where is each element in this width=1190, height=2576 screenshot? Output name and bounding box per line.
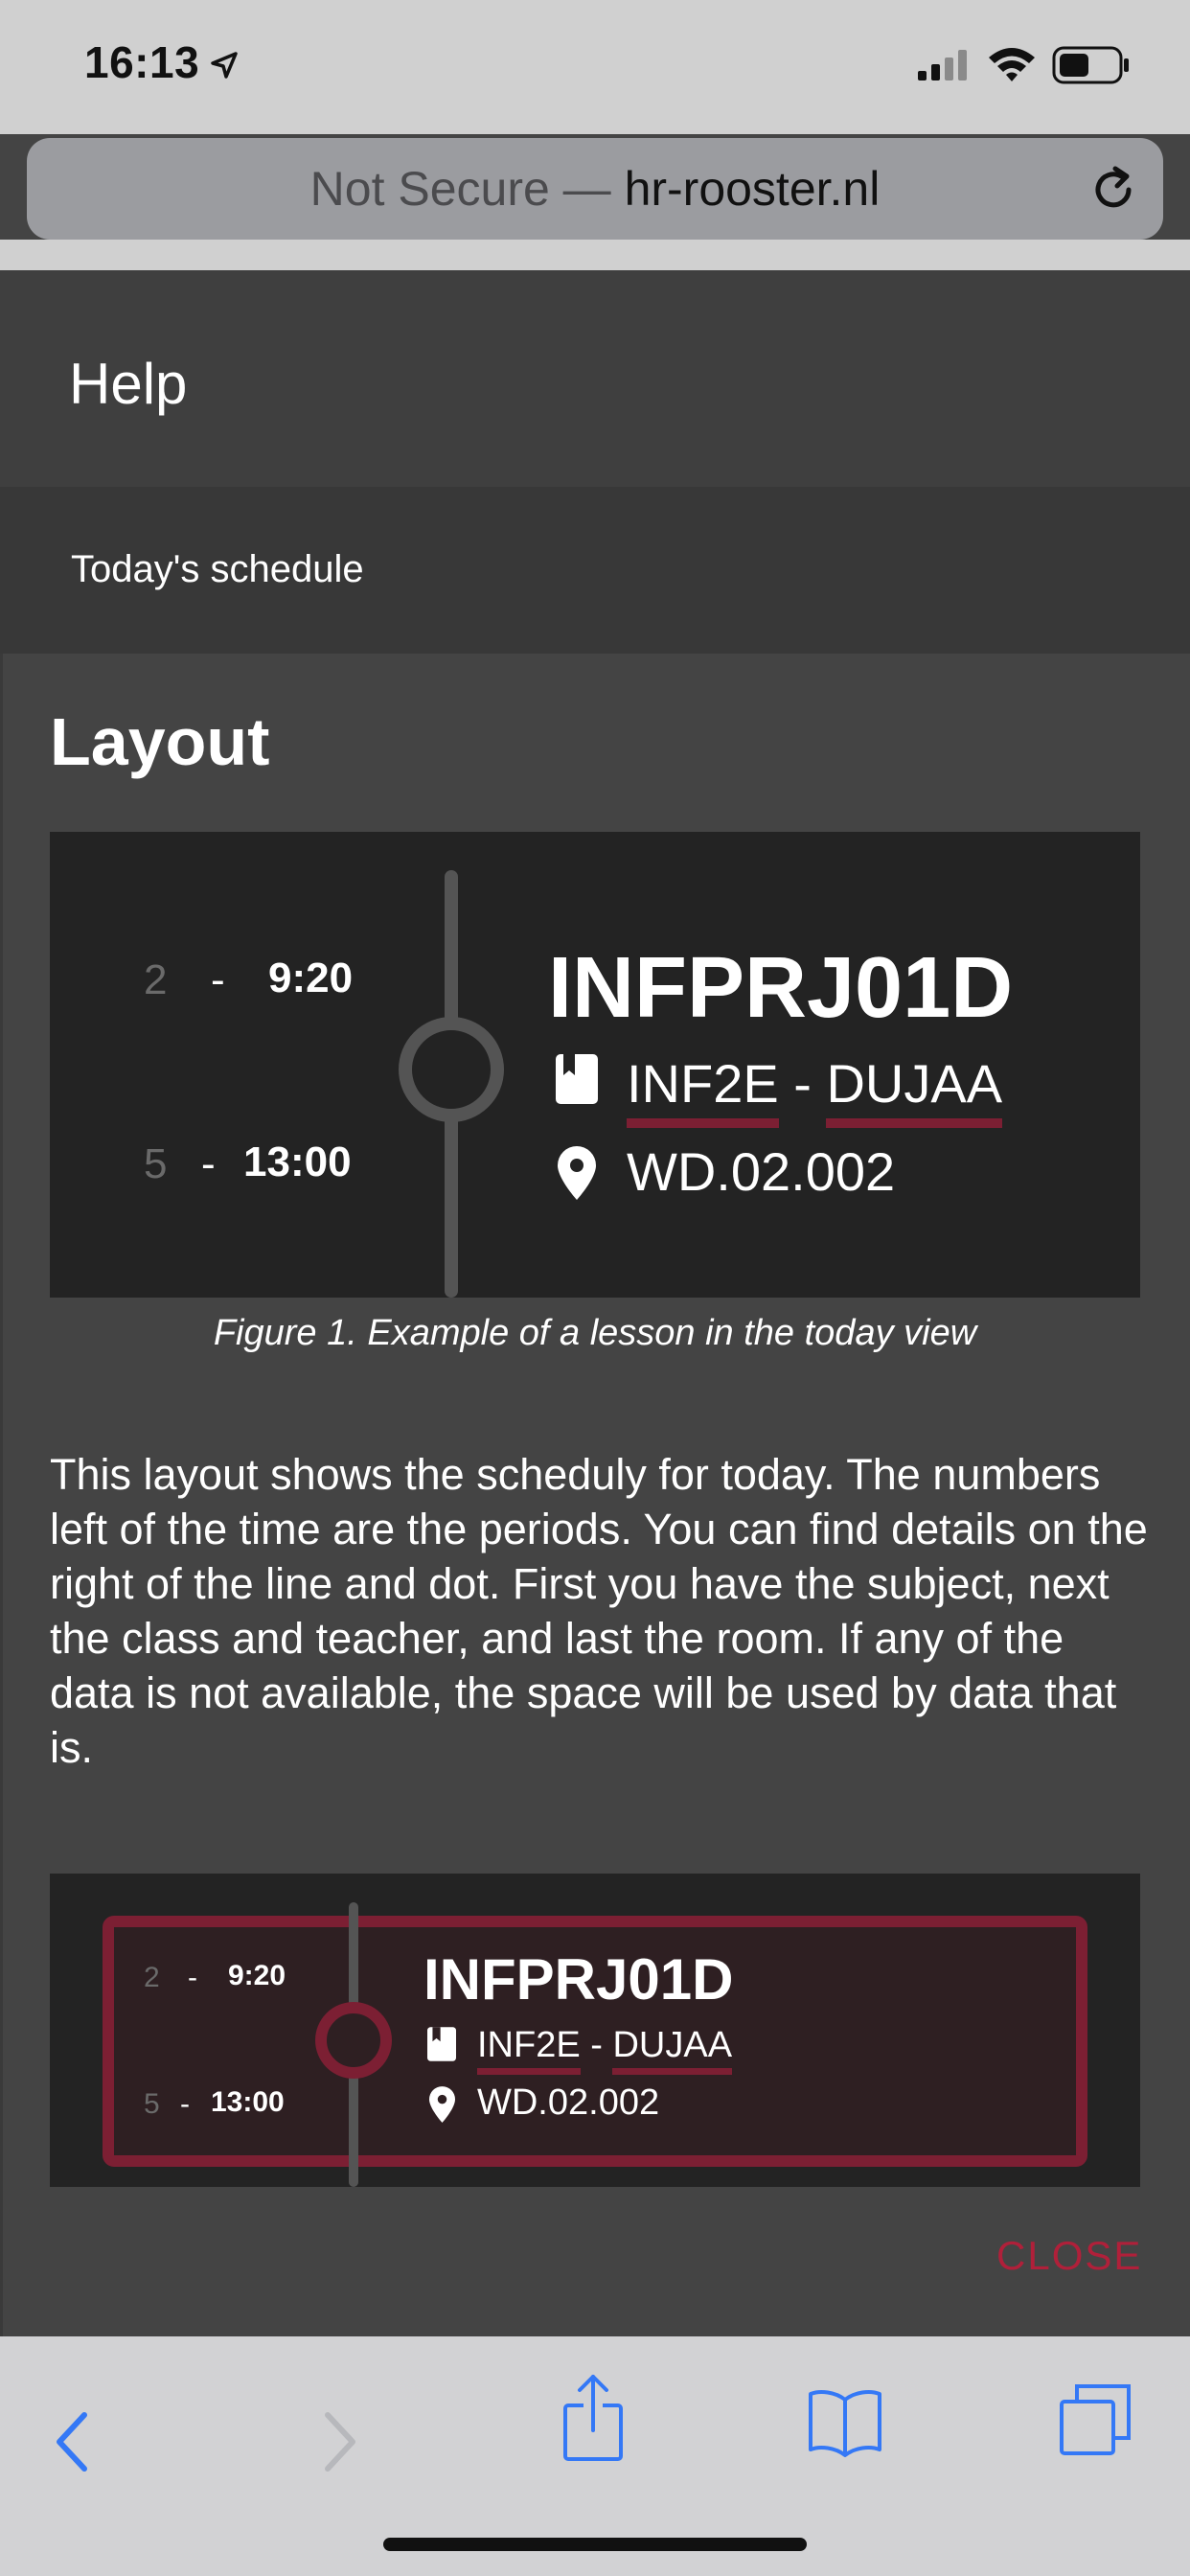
home-indicator	[383, 2538, 807, 2551]
dash-end: -	[201, 1140, 216, 1187]
time-start: 9:20	[268, 954, 354, 1001]
page-top-strip	[0, 240, 1190, 270]
address-text[interactable]: Not Secure — hr-rooster.nl	[27, 138, 1163, 240]
separator-dash: -	[590, 2025, 603, 2065]
class-name: INF2E	[477, 2025, 581, 2075]
battery-icon	[1052, 46, 1129, 84]
wifi-icon	[989, 48, 1035, 81]
time-end: 13:00	[243, 1138, 352, 1185]
subject-code: INFPRJ01D	[548, 940, 1014, 1036]
timeline-dot	[399, 1017, 504, 1122]
teacher-name: DUJAA	[612, 2025, 733, 2075]
cellular-signal-icon	[918, 50, 967, 80]
book-icon	[556, 1054, 598, 1104]
share-icon[interactable]	[560, 2373, 627, 2463]
reload-icon[interactable]	[1087, 163, 1140, 217]
period-start: 2	[144, 1962, 160, 1993]
period-end: 5	[144, 1140, 168, 1187]
dash-start: -	[211, 956, 225, 1003]
figure-caption: Figure 1. Example of a lesson in the tod…	[213, 1313, 977, 1353]
forward-icon[interactable]	[320, 2411, 358, 2472]
status-time: 16:13	[84, 37, 200, 87]
period-end: 5	[144, 2088, 160, 2120]
period-start: 2	[144, 956, 168, 1003]
close-button[interactable]: CLOSE	[996, 2233, 1142, 2279]
time-start: 9:20	[228, 1960, 286, 1991]
address-bar[interactable]: Not Secure — hr-rooster.nl	[27, 138, 1163, 240]
location-pin-icon	[558, 1146, 596, 1200]
address-domain: hr-rooster.nl	[624, 162, 881, 216]
tabs-icon[interactable]	[1058, 2382, 1133, 2457]
separator-dash: -	[793, 1053, 812, 1114]
back-icon[interactable]	[54, 2411, 92, 2472]
address-prefix: Not Secure —	[309, 162, 625, 216]
layout-description: This layout shows the scheduly for today…	[50, 1450, 1148, 1772]
class-teacher-row: INF2E - DUJAA	[627, 1052, 1003, 1128]
subheader-title: Today's schedule	[71, 548, 364, 590]
dialog-heading: Layout	[50, 704, 270, 779]
room-code: WD.02.002	[477, 2082, 660, 2123]
book-icon	[427, 2027, 456, 2061]
dash-end: -	[180, 2088, 190, 2120]
class-name: INF2E	[627, 1052, 779, 1128]
class-teacher-row: INF2E - DUJAA	[477, 2025, 733, 2075]
room-code: WD.02.002	[627, 1141, 896, 1202]
bookmarks-icon[interactable]	[807, 2386, 883, 2457]
timeline-dot	[315, 2002, 392, 2079]
subject-code: INFPRJ01D	[423, 1947, 734, 2012]
location-pin-icon	[429, 2086, 455, 2123]
dash-start: -	[188, 1962, 197, 1993]
lesson-example-figure: 2 - 9:20 5 - 13:00 INFPRJ01D INF2E - DUJ…	[50, 832, 1140, 1298]
lesson-highlight-figure: 2 - 9:20 5 - 13:00 INFPRJ01D INF2E - DUJ…	[50, 1874, 1140, 2187]
location-arrow-icon	[211, 52, 238, 79]
header-title: Help	[69, 352, 188, 416]
teacher-name: DUJAA	[826, 1052, 1003, 1128]
time-end: 13:00	[211, 2086, 285, 2118]
